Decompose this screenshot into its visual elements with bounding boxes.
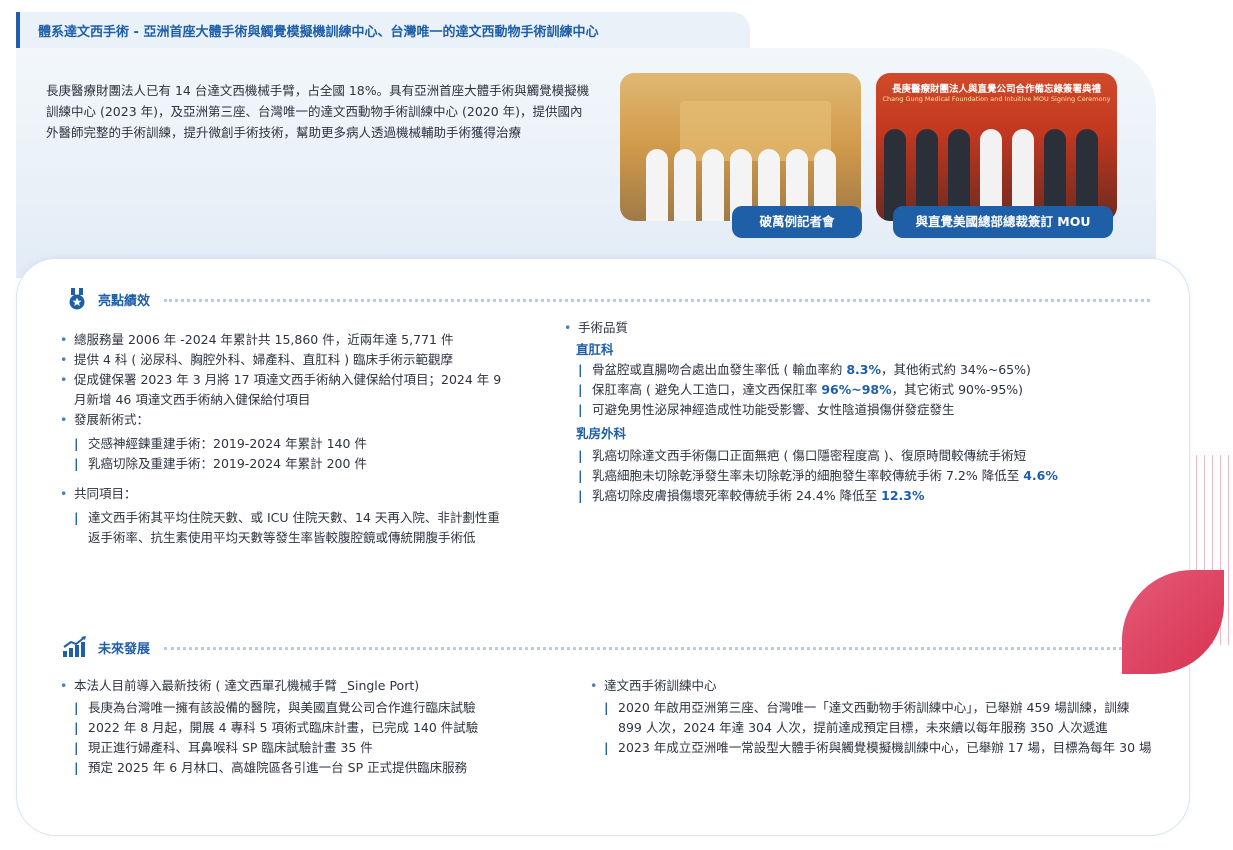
heading-dotted-rule (164, 298, 1150, 302)
photo-banner-backdrop (680, 101, 831, 161)
list-item: 總服務量 2006 年 -2024 年累計共 15,860 件，近兩年達 5,7… (58, 330, 508, 350)
list-subitem: 乳癌細胞未切除乾淨發生率未切除乾淨的細胞發生率較傳統手術 7.2% 降低至 4.… (578, 466, 1132, 486)
growth-chart-icon (63, 636, 86, 657)
highlights-right-column: 手術品質 直肛科 骨盆腔或直腸吻合處出血發生率低 ( 輸血率約 8.3%，其他術… (562, 318, 1132, 506)
page-title: 體系達文西手術 - 亞洲首座大體手術與觸覺模擬機訓練中心、台灣唯一的達文西動物手… (38, 25, 599, 40)
highlights-heading: 亮點績效 (66, 288, 1150, 310)
list-subitem: 現正進行婦產科、耳鼻喉科 SP 臨床試驗計畫 35 件 (74, 738, 558, 758)
highlight-value: 96%~98% (821, 382, 892, 397)
list-subitem: 乳癌切除達文西手術傷口正面無疤 ( 傷口隱密程度高 )、復原時間較傳統手術短 (578, 446, 1132, 466)
list-subitem: 交感神經鍊重建手術：2019-2024 年累計 140 件 (74, 434, 508, 454)
list-subitem: 骨盆腔或直腸吻合處出血發生率低 ( 輸血率約 8.3%，其他術式約 34%~65… (578, 360, 1132, 380)
photo-banner-subtitle: Chang Gung Medical Foundation and Intuit… (882, 95, 1111, 103)
highlight-value: 4.6% (1023, 468, 1058, 483)
list-subitem: 預定 2025 年 6 月林口、高雄院區各引進一台 SP 正式提供臨床服務 (74, 758, 558, 778)
list-item: 達文西手術訓練中心 (588, 676, 1154, 696)
medal-icon (69, 288, 85, 310)
future-heading: 未來發展 (62, 636, 1122, 658)
list-subitem: 2020 年啟用亞洲第三座、台灣唯一「達文西動物手術訓練中心」，已舉辦 459 … (604, 698, 1154, 738)
highlights-title: 亮點績效 (98, 293, 151, 309)
list-item: 共同項目： (58, 484, 508, 504)
press-conference-photo (620, 73, 861, 221)
photo1-caption: 破萬例記者會 (732, 206, 862, 238)
list-subitem: 保肛率高 ( 避免人工造口，達文西保肛率 96%~98%，其它術式 90%-95… (578, 380, 1132, 400)
title-tab: 體系達文西手術 - 亞洲首座大體手術與觸覺模擬機訓練中心、台灣唯一的達文西動物手… (16, 12, 750, 48)
subheading-rectal: 直肛科 (576, 342, 614, 357)
future-title: 未來發展 (98, 641, 151, 657)
intro-text: 長庚醫療財團法人已有 14 台達文西機械手臂，占全國 18%。具有亞洲首座大體手… (46, 83, 590, 140)
list-subitem: 乳癌切除皮膚損傷壞死率較傳統手術 24.4% 降低至 12.3% (578, 486, 1132, 506)
subheading-breast: 乳房外科 (576, 426, 627, 441)
list-subitem: 2022 年 8 月起，開展 4 專科 5 項術式臨床計畫，已完成 140 件試… (74, 718, 558, 738)
highlight-value: 8.3% (846, 362, 881, 377)
list-subitem: 可避免男性泌尿神經造成性功能受影響、女性陰道損傷併發症發生 (578, 400, 1132, 420)
list-item: 促成健保署 2023 年 3 月將 17 項達文西手術納入健保給付項目；2024… (58, 370, 508, 410)
future-right-column: 達文西手術訓練中心 2020 年啟用亞洲第三座、台灣唯一「達文西動物手術訓練中心… (588, 676, 1154, 758)
list-item: 發展新術式： (58, 410, 508, 430)
list-item: 手術品質 (562, 318, 1132, 338)
list-subitem: 達文西手術其平均住院天數、或 ICU 住院天數、14 天再入院、非計劃性重返手術… (74, 508, 508, 548)
highlights-left-column: 總服務量 2006 年 -2024 年累計共 15,860 件，近兩年達 5,7… (58, 330, 508, 548)
list-subitem: 乳癌切除及重建手術：2019-2024 年累計 200 件 (74, 454, 508, 474)
photo-banner-title: 長庚醫療財團法人與直覺公司合作備忘錄簽署典禮 (891, 84, 1101, 95)
list-subitem: 長庚為台灣唯一擁有該設備的醫院，與美國直覺公司合作進行臨床試驗 (74, 698, 558, 718)
list-item: 提供 4 科 ( 泌尿科、胸腔外科、婦產科、直肛科 ) 臨床手術示範觀摩 (58, 350, 508, 370)
mou-signing-photo: 長庚醫療財團法人與直覺公司合作備忘錄簽署典禮 Chang Gung Medica… (876, 73, 1117, 221)
photo2-caption: 與直覺美國總部總裁簽訂 MOU (893, 206, 1113, 238)
future-left-column: 本法人目前導入最新技術 ( 達文西單孔機械手臂 _Single Port) 長庚… (58, 676, 558, 778)
heading-dotted-rule (164, 646, 1122, 650)
list-subitem: 2023 年成立亞洲唯一常設型大體手術與觸覺模擬機訓練中心，已舉辦 17 場，目… (604, 738, 1154, 758)
highlight-value: 12.3% (881, 488, 925, 503)
list-item: 本法人目前導入最新技術 ( 達文西單孔機械手臂 _Single Port) (58, 676, 558, 696)
